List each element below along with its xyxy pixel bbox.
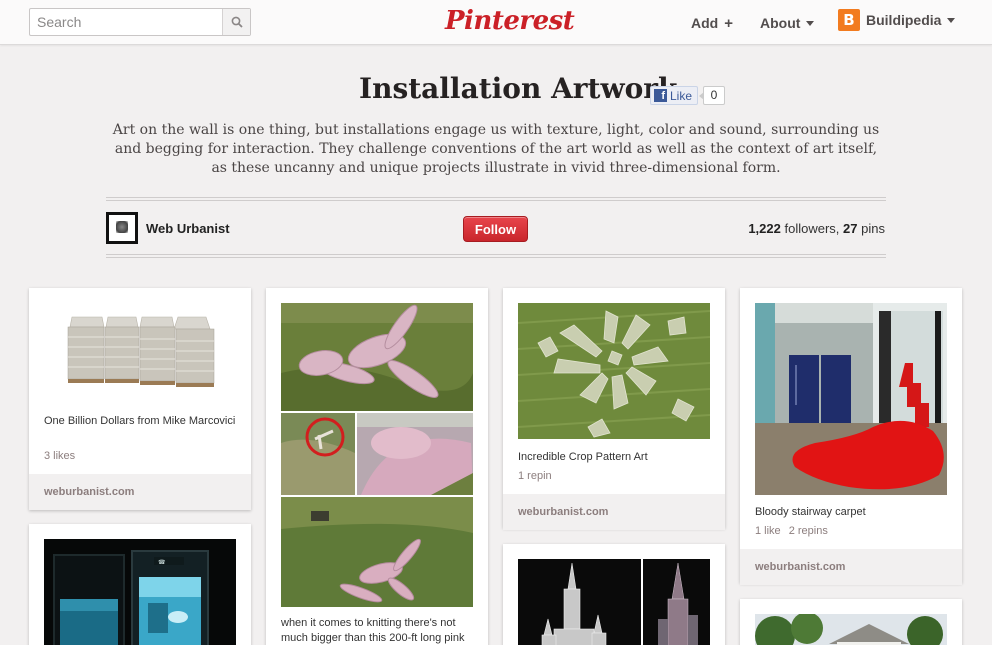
pin-card[interactable] <box>503 544 725 645</box>
pin-card[interactable]: Incredible Crop Pattern Art 1 repin webu… <box>503 288 725 530</box>
pin-image-phone-booth-aquarium[interactable]: ☎ <box>44 539 236 645</box>
chevron-down-icon <box>806 20 815 26</box>
nav-add-button[interactable]: Add + <box>691 14 733 32</box>
board-title: Installation Artwork <box>359 72 678 105</box>
pin-source[interactable]: weburbanist.com <box>503 494 725 530</box>
pin-image-red-carpet-stairs[interactable] <box>755 303 947 495</box>
divider <box>106 197 886 201</box>
pin-card[interactable]: One Billion Dollars from Mike Marcovici … <box>29 288 251 510</box>
followers-label: followers, <box>784 221 840 236</box>
pin-card[interactable]: ☎ <box>29 524 251 645</box>
pins-label: pins <box>861 221 885 236</box>
board-stats: 1,222 followers, 27 pins <box>748 221 885 236</box>
search-box <box>29 8 251 36</box>
pin-source[interactable]: weburbanist.com <box>740 549 962 585</box>
search-icon <box>231 16 243 28</box>
like-label: Like <box>670 88 693 103</box>
nav-about-menu[interactable]: About <box>760 14 815 32</box>
pin-likes: 3 likes <box>44 450 76 462</box>
pin-description: when it comes to knitting there's not mu… <box>281 617 465 644</box>
pin-repins: 2 repins <box>788 525 828 537</box>
pin-source[interactable]: weburbanist.com <box>29 474 251 510</box>
search-input[interactable] <box>30 9 223 35</box>
plus-icon: + <box>724 14 733 32</box>
nav-about-label: About <box>760 15 801 31</box>
nav-add-label: Add <box>691 15 719 31</box>
pin-stats: 3 likes <box>44 450 75 462</box>
board-description: Art on the wall is one thing, but instal… <box>112 122 880 176</box>
pin-description: Incredible Crop Pattern Art <box>518 451 648 463</box>
pin-card[interactable] <box>740 599 962 645</box>
pin-card[interactable]: when it comes to knitting there's not mu… <box>266 288 488 645</box>
pin-image-crop-circle[interactable] <box>518 303 710 439</box>
pin-likes: 1 like <box>755 525 781 537</box>
chevron-down-icon <box>947 17 956 23</box>
owner-avatar[interactable] <box>106 212 138 244</box>
pin-repins: 1 repin <box>518 470 552 482</box>
facebook-icon: f <box>654 89 667 102</box>
nav-user-label: Buildipedia <box>866 12 942 28</box>
pinterest-logo[interactable]: Pinterest <box>445 4 575 38</box>
pin-stats: 1 like 2 repins <box>755 525 828 537</box>
facebook-like-button[interactable]: f Like <box>650 86 698 105</box>
follow-button[interactable]: Follow <box>463 216 528 242</box>
divider <box>106 254 886 258</box>
pins-count: 27 <box>843 221 858 236</box>
like-count: 0 <box>699 86 725 105</box>
owner-name[interactable]: Web Urbanist <box>146 221 230 236</box>
search-button[interactable] <box>222 9 250 35</box>
nav-user-menu[interactable]: B Buildipedia <box>838 9 956 31</box>
pin-description: One Billion Dollars from Mike Marcovici <box>44 415 236 427</box>
top-navigation-bar: Pinterest Add + About B Buildipedia <box>0 0 992 45</box>
pin-image-trees-house[interactable] <box>755 614 947 645</box>
followers-count: 1,222 <box>748 221 781 236</box>
user-avatar: B <box>838 9 860 31</box>
svg-text:☎: ☎ <box>158 559 166 566</box>
pin-image-crystal-towers[interactable] <box>518 559 710 645</box>
pin-card[interactable]: Bloody stairway carpet 1 like 2 repins we… <box>740 288 962 585</box>
pin-stats: 1 repin <box>518 470 552 482</box>
pin-description: Bloody stairway carpet <box>755 506 866 518</box>
pin-image-giant-pink-bunny[interactable] <box>281 303 473 607</box>
pin-image-money-pallets[interactable] <box>44 303 236 393</box>
